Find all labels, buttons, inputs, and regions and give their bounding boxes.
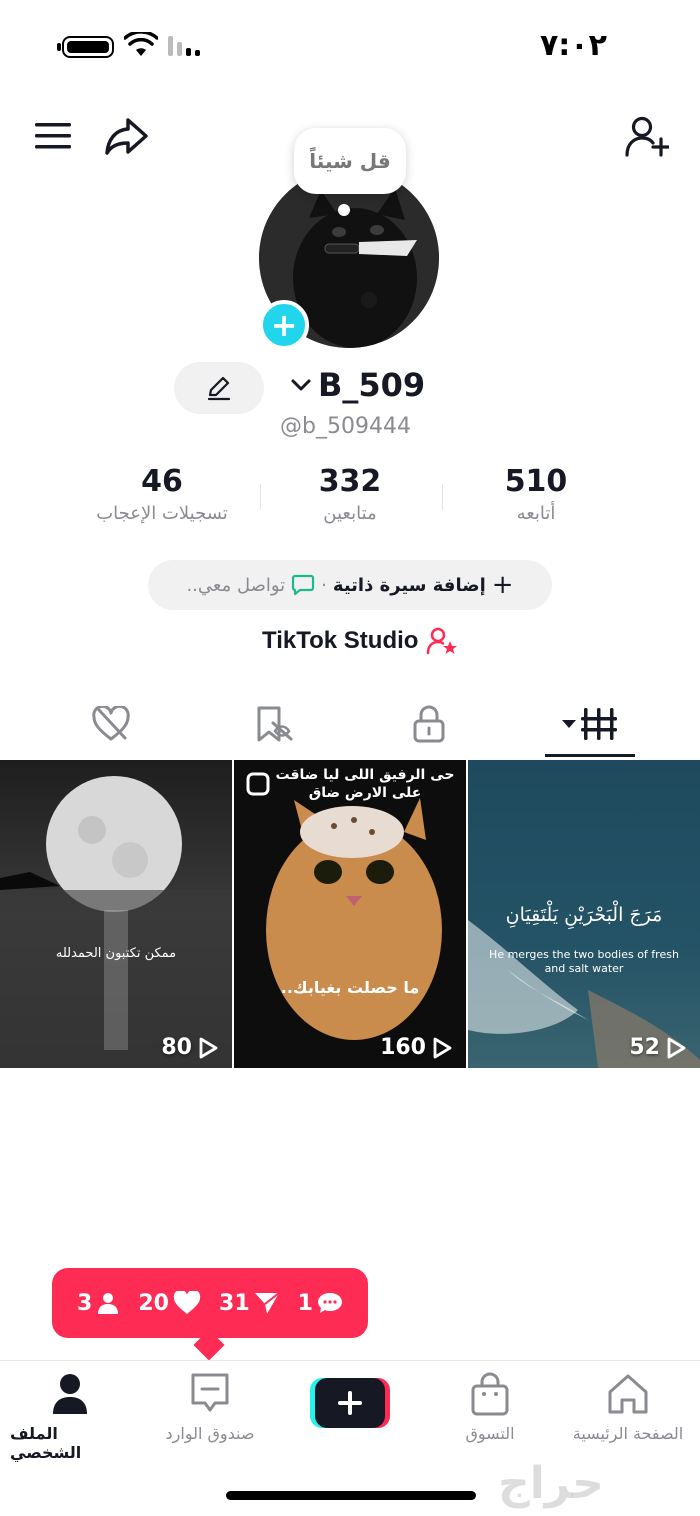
video-caption: ممكن تكتبون الحمدلله — [55, 946, 177, 961]
play-icon — [433, 1037, 452, 1058]
add-story-plus-icon[interactable]: + — [259, 300, 309, 350]
inbox-icon — [191, 1373, 229, 1412]
tab-liked[interactable] — [66, 696, 156, 752]
view-count-value: 52 — [629, 1035, 660, 1060]
stat-value: 510 — [504, 464, 568, 499]
send-icon — [254, 1292, 280, 1314]
nav-label: صندوق الوارد — [165, 1424, 255, 1443]
nav-profile[interactable]: الملف الشخصي — [10, 1372, 130, 1462]
view-count-value: 160 — [380, 1035, 426, 1060]
view-count: 52 — [629, 1035, 686, 1060]
stat-divider — [442, 484, 443, 510]
videos-grid-icon — [562, 708, 617, 740]
private-lock-icon — [413, 705, 445, 743]
video-caption-top: حى الرفيق اللى ليا ضاقت على الارض ضاق — [275, 767, 455, 801]
watermark: حراج — [498, 1458, 604, 1509]
battery-icon — [57, 36, 114, 58]
shares-count: 31 — [219, 1290, 250, 1316]
share-arrow-icon[interactable] — [100, 112, 152, 160]
stat-following[interactable]: 510 أتابعه — [446, 464, 626, 524]
shop-bag-icon — [471, 1372, 509, 1416]
home-icon — [608, 1374, 648, 1414]
stat-likes[interactable]: 46 تسجيلات الإعجاب — [72, 464, 252, 524]
active-tab-indicator — [545, 754, 635, 757]
contact-hint: تواصل معي.. — [186, 574, 286, 596]
liked-videos-icon — [92, 706, 130, 741]
cat-meme-thumbnail — [246, 772, 442, 1040]
hamburger-icon[interactable] — [30, 116, 76, 156]
tab-favorites[interactable] — [228, 696, 318, 752]
likes-count: 20 — [138, 1290, 169, 1316]
note-bubble[interactable]: قل شيئاً — [294, 128, 406, 194]
new-shares: 31 — [219, 1291, 280, 1316]
tab-private[interactable] — [384, 696, 474, 752]
plus-icon: + — [491, 570, 514, 600]
edit-profile-button[interactable] — [174, 362, 264, 414]
home-indicator[interactable] — [226, 1491, 476, 1500]
create-button[interactable] — [310, 1378, 390, 1428]
view-count: 80 — [161, 1035, 218, 1060]
nav-inbox[interactable]: صندوق الوارد — [150, 1372, 270, 1443]
creator-star-icon — [427, 627, 458, 655]
username: @b_509444 — [280, 414, 411, 439]
video-tile[interactable]: مَرَجَ الْبَحْرَيْنِ يَلْتَقِيَانِ He me… — [468, 760, 700, 1068]
studio-label: TikTok Studio — [262, 627, 419, 654]
moon-sea-thumbnail — [0, 776, 232, 1068]
activity-notification[interactable]: 3 20 31 1 — [52, 1268, 368, 1338]
new-comments: 1 — [298, 1291, 343, 1316]
account-switcher[interactable]: B_509 — [290, 366, 425, 404]
comments-count: 1 — [297, 1290, 313, 1316]
followers-count: 3 — [77, 1290, 93, 1316]
nav-label: التسوق — [465, 1424, 515, 1443]
bio-separator: · — [321, 574, 327, 596]
nav-label: الملف الشخصي — [10, 1424, 82, 1462]
nav-shop[interactable]: التسوق — [430, 1372, 550, 1443]
status-time: ٧:٠٢ — [540, 28, 607, 63]
pencil-icon — [207, 376, 231, 401]
person-icon — [98, 1293, 119, 1314]
video-caption-bottom: ..ما حصلت بغيابك — [280, 978, 420, 997]
favorites-icon — [257, 706, 293, 742]
chevron-down-icon — [291, 379, 311, 391]
video-tile[interactable]: ممكن تكتبون الحمدلله 80 — [0, 760, 232, 1068]
stat-value: 332 — [318, 464, 382, 499]
display-name: B_509 — [318, 366, 426, 404]
signal-icon — [166, 34, 206, 62]
add-bio-label: إضافة سيرة ذاتية — [332, 574, 486, 596]
stat-followers[interactable]: 332 متابعين — [260, 464, 440, 524]
create-plus-icon — [310, 1378, 390, 1428]
profile-icon — [53, 1374, 87, 1414]
note-bubble-text: قل شيئاً — [309, 149, 391, 173]
tiktok-studio-link[interactable]: TikTok Studio — [262, 626, 458, 656]
play-icon — [199, 1037, 218, 1058]
tab-videos[interactable] — [545, 696, 635, 752]
add-bio-button[interactable]: + إضافة سيرة ذاتية · تواصل معي.. — [148, 560, 552, 610]
video-caption-arabic: مَرَجَ الْبَحْرَيْنِ يَلْتَقِيَانِ — [505, 904, 663, 926]
view-count-value: 80 — [161, 1035, 192, 1060]
add-user-icon[interactable] — [622, 112, 672, 160]
stat-label: تسجيلات الإعجاب — [96, 503, 228, 524]
view-count: 160 — [380, 1035, 452, 1060]
video-caption-english: He merges the two bodies of fresh and sa… — [489, 948, 679, 975]
nav-label: الصفحة الرئيسية — [572, 1424, 684, 1443]
chat-bubble-icon — [292, 574, 315, 596]
play-icon — [667, 1037, 686, 1058]
nav-home[interactable]: الصفحة الرئيسية — [560, 1372, 696, 1443]
wifi-icon — [123, 30, 159, 62]
comment-icon — [317, 1293, 342, 1313]
heart-icon — [173, 1291, 201, 1314]
note-bubble-tail — [338, 204, 350, 216]
video-tile[interactable]: حى الرفيق اللى ليا ضاقت على الارض ضاق ..… — [234, 760, 466, 1068]
stat-label: متابعين — [323, 503, 377, 524]
new-followers: 3 — [77, 1291, 120, 1316]
stat-value: 46 — [141, 464, 183, 499]
stat-label: أتابعه — [516, 503, 556, 524]
new-likes: 20 — [138, 1291, 201, 1316]
